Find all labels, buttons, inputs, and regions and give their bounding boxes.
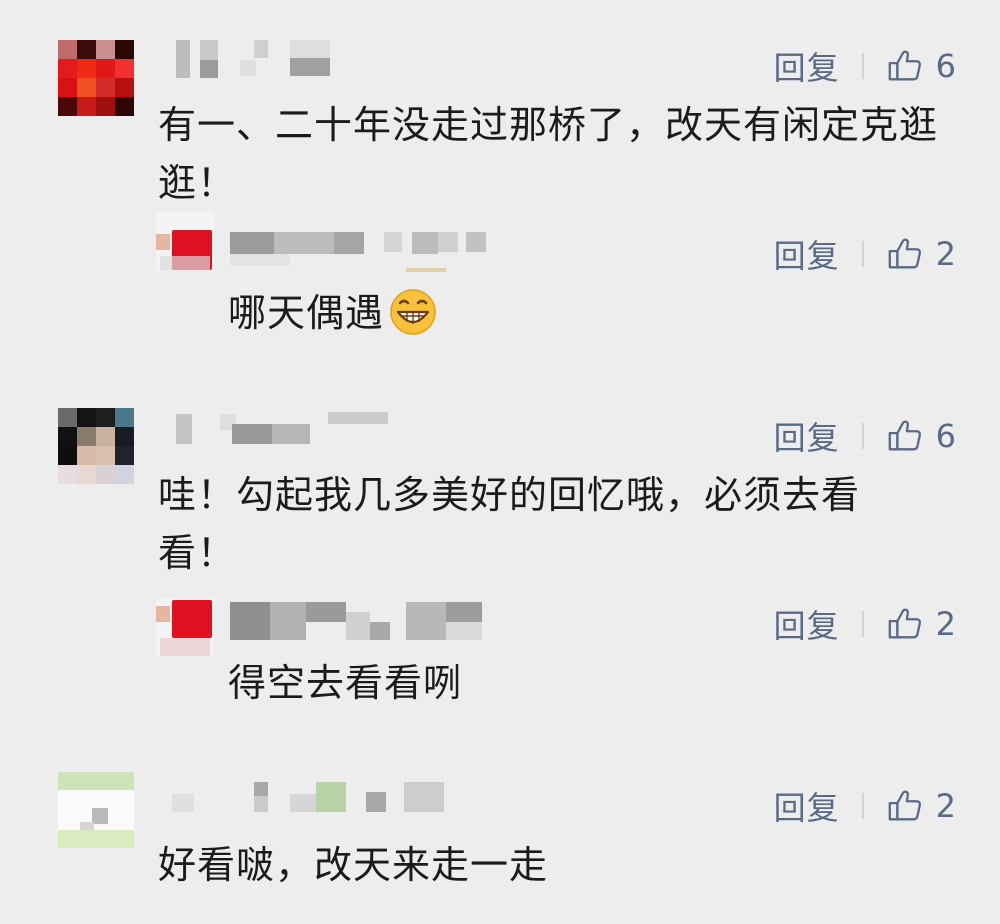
- reply-button[interactable]: 回复: [774, 231, 840, 277]
- reply-text: 哪天偶遇: [228, 284, 928, 342]
- divider: [861, 423, 864, 449]
- like-count: 6: [935, 417, 956, 455]
- reply-button[interactable]: 回复: [774, 783, 840, 829]
- username-blurred: [160, 404, 400, 464]
- like-button[interactable]: 6: [886, 417, 956, 455]
- divider: [861, 53, 864, 79]
- comment-actions: 回复 6: [774, 43, 956, 89]
- reply-button[interactable]: 回复: [774, 601, 840, 647]
- comment-text: 哇！勾起我几多美好的回忆哦，必须去看看！: [158, 473, 861, 575]
- thumbs-up-icon: [888, 420, 921, 451]
- divider: [861, 611, 864, 637]
- like-button[interactable]: 2: [886, 605, 956, 643]
- divider: [861, 793, 864, 819]
- avatar[interactable]: [58, 408, 134, 484]
- reply-avatar[interactable]: [156, 598, 214, 656]
- like-button[interactable]: 2: [886, 235, 956, 273]
- reply-username-blurred: [230, 598, 490, 658]
- avatar[interactable]: [58, 772, 134, 848]
- username-blurred: [160, 776, 460, 836]
- reply-text: 得空去看看咧: [228, 661, 463, 705]
- comment-text: 有一、二十年没走过那桥了，改天有闲定克逛逛！: [158, 103, 939, 205]
- avatar[interactable]: [58, 40, 134, 116]
- reply-actions: 回复 2: [774, 231, 956, 277]
- like-button[interactable]: 2: [886, 787, 956, 825]
- like-count: 6: [935, 47, 956, 85]
- like-count: 2: [935, 235, 956, 273]
- comment-list: 回复 6 有一、二十年没走过那桥了，改天有闲定克逛逛！ 回复 2 哪天偶遇 回复…: [0, 0, 1000, 924]
- grinning-face-icon: [390, 289, 436, 335]
- divider: [861, 241, 864, 267]
- thumbs-up-icon: [888, 238, 921, 269]
- like-button[interactable]: 6: [886, 47, 956, 85]
- thumbs-up-icon: [888, 608, 921, 639]
- reply-button[interactable]: 回复: [774, 43, 840, 89]
- username-blurred: [160, 36, 340, 96]
- like-count: 2: [935, 787, 956, 825]
- like-count: 2: [935, 605, 956, 643]
- reply-username-blurred: [230, 224, 490, 284]
- reply-text-content: 哪天偶遇: [228, 291, 385, 335]
- reply-button[interactable]: 回复: [774, 413, 840, 459]
- comment-text: 好看啵，改天来走一走: [158, 843, 549, 887]
- reply-actions: 回复 2: [774, 601, 956, 647]
- thumbs-up-icon: [888, 790, 921, 821]
- reply-avatar[interactable]: [156, 212, 214, 270]
- thumbs-up-icon: [888, 50, 921, 81]
- comment-actions: 回复 6: [774, 413, 956, 459]
- comment-actions: 回复 2: [774, 783, 956, 829]
